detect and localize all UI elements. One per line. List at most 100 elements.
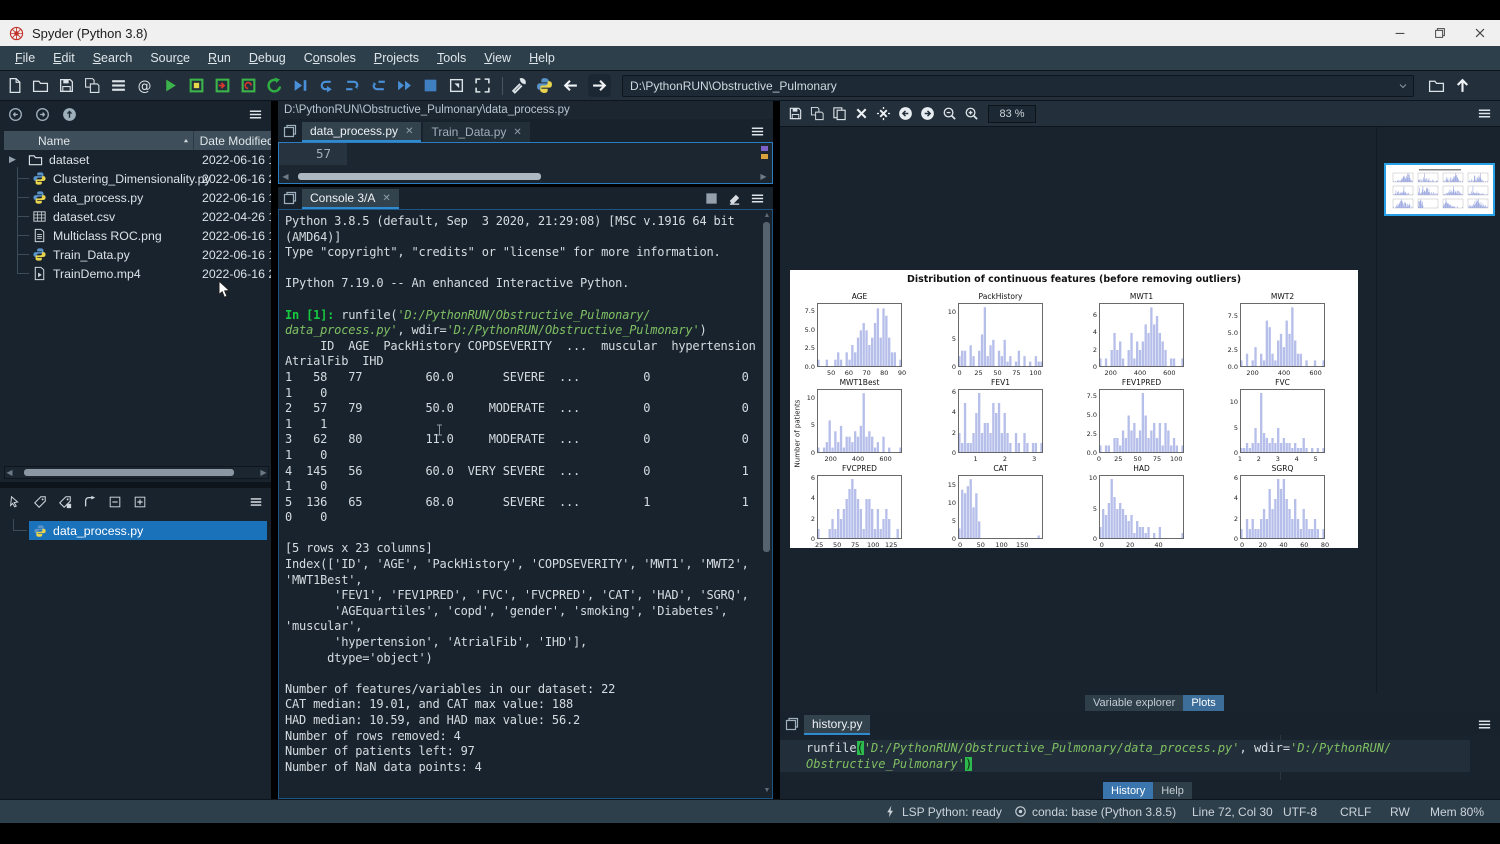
pythonpath-icon[interactable]: [536, 77, 553, 94]
menu-help[interactable]: Help: [520, 46, 564, 70]
tab-console[interactable]: Console 3/A ✕: [302, 189, 399, 209]
menu-search[interactable]: Search: [84, 46, 142, 70]
close-tab-icon[interactable]: ✕: [513, 127, 521, 138]
parent-directory-icon[interactable]: [1454, 77, 1471, 94]
open-file-icon[interactable]: [32, 77, 49, 94]
previous-plot-icon[interactable]: [898, 106, 913, 121]
file-row-multiclass-roc-png[interactable]: Multiclass ROC.png2022-06-16 1: [4, 226, 271, 245]
menu-tools[interactable]: Tools: [428, 46, 475, 70]
files-options-icon[interactable]: [248, 107, 263, 122]
browse-tabs-icon[interactable]: [282, 123, 298, 139]
next-plot-icon[interactable]: [920, 106, 935, 121]
browse-directory-icon[interactable]: [1428, 77, 1445, 94]
console-vertical-scrollbar[interactable]: ▲ ▼: [763, 212, 771, 794]
file-row-train-data-py[interactable]: Train_Data.py2022-06-16 1: [4, 245, 271, 264]
continue-icon[interactable]: [396, 77, 413, 94]
column-name[interactable]: Name: [4, 134, 181, 148]
step-into-icon[interactable]: [344, 77, 361, 94]
files-horizontal-scrollbar[interactable]: ◀ ▶: [4, 466, 269, 479]
restart-kernel-icon[interactable]: [266, 77, 283, 94]
zoom-in-icon[interactable]: [964, 106, 979, 121]
plots-options-icon[interactable]: [1477, 106, 1492, 121]
console-options-icon[interactable]: [750, 191, 765, 206]
stop-icon[interactable]: [422, 77, 439, 94]
scroll-down-arrow[interactable]: ▼: [763, 787, 771, 794]
parent-icon[interactable]: [62, 107, 77, 122]
browse-tabs-icon[interactable]: [282, 190, 298, 206]
new-file-icon[interactable]: [6, 77, 23, 94]
scroll-left-arrow[interactable]: ◀: [281, 172, 290, 181]
tab-plots[interactable]: Plots: [1183, 695, 1223, 711]
outline-options-icon[interactable]: [249, 495, 263, 509]
menu-consoles[interactable]: Consoles: [295, 46, 365, 70]
menu-run[interactable]: Run: [199, 46, 240, 70]
minimize-button[interactable]: [1380, 20, 1420, 46]
tab-variable-explorer[interactable]: Variable explorer: [1085, 695, 1183, 711]
column-date-modified[interactable]: Date Modified: [194, 134, 271, 148]
tab-data-process[interactable]: data_process.py ✕: [302, 122, 421, 142]
close-button[interactable]: [1460, 20, 1500, 46]
file-row-data-process-py[interactable]: data_process.py2022-06-16 1: [4, 188, 271, 207]
file-switcher-icon[interactable]: [110, 77, 127, 94]
step-return-icon[interactable]: [370, 77, 387, 94]
working-directory-field[interactable]: D:\PythonRUN\Obstructive_Pulmonary: [622, 75, 1414, 97]
menu-file[interactable]: File: [6, 46, 44, 70]
scrollbar-thumb[interactable]: [24, 469, 234, 476]
debug-file-icon[interactable]: [292, 77, 309, 94]
zoom-out-icon[interactable]: [942, 106, 957, 121]
go-to-cursor-icon[interactable]: [83, 495, 97, 509]
remove-all-plots-icon[interactable]: [876, 106, 891, 121]
scrollbar-thumb[interactable]: [298, 173, 541, 180]
plot-thumbnail-selected[interactable]: [1384, 163, 1495, 216]
previous-icon[interactable]: [8, 107, 23, 122]
tab-train-data[interactable]: Train_Data.py ✕: [423, 122, 529, 142]
scroll-right-arrow[interactable]: ▶: [259, 468, 268, 477]
file-row-dataset-csv[interactable]: dataset.csv2022-04-26 1: [4, 207, 271, 226]
save-all-icon[interactable]: [84, 77, 101, 94]
menu-debug[interactable]: Debug: [240, 46, 295, 70]
history-log[interactable]: runfile('D:/PythonRUN/Obstructive_Pulmon…: [780, 735, 1500, 780]
expand-all-icon[interactable]: [133, 495, 147, 509]
menu-view[interactable]: View: [475, 46, 520, 70]
close-tab-icon[interactable]: ✕: [382, 193, 390, 204]
show-cell-blocks-icon[interactable]: [58, 495, 72, 509]
tab-history-py[interactable]: history.py: [804, 715, 870, 735]
history-options-icon[interactable]: [1477, 717, 1492, 732]
file-row-clustering-dimensionality-py[interactable]: Clustering_Dimensionality.py2022-06-16 2: [4, 169, 271, 188]
scroll-left-arrow[interactable]: ◀: [5, 468, 14, 477]
menu-source[interactable]: Source: [141, 46, 199, 70]
scroll-up-arrow[interactable]: ▲: [763, 212, 771, 219]
close-tab-icon[interactable]: ✕: [405, 126, 413, 137]
run-cell-advance-icon[interactable]: [214, 77, 231, 94]
copy-image-icon[interactable]: [832, 106, 847, 121]
tab-history[interactable]: History: [1103, 782, 1153, 799]
find-symbols-icon[interactable]: @: [136, 77, 153, 94]
scrollbar-thumb[interactable]: [763, 222, 770, 552]
outline-item-selected[interactable]: data_process.py: [29, 521, 267, 540]
zoom-level-field[interactable]: 83 %: [988, 105, 1036, 123]
scroll-right-arrow[interactable]: ▶: [759, 172, 768, 181]
browse-tabs-icon[interactable]: [784, 716, 800, 732]
tab-help[interactable]: Help: [1153, 782, 1192, 799]
save-plot-icon[interactable]: [788, 106, 803, 121]
inspect-icon[interactable]: [704, 191, 719, 206]
ipython-console[interactable]: Python 3.8.5 (default, Sep 3 2020, 21:29…: [278, 209, 773, 799]
save-all-plots-icon[interactable]: [810, 106, 825, 121]
run-cell-icon[interactable]: [188, 77, 205, 94]
file-row-dataset[interactable]: ▶dataset2022-06-16 1: [4, 150, 271, 169]
save-icon[interactable]: [58, 77, 75, 94]
files-table-header[interactable]: Name Date Modified: [4, 131, 271, 150]
maximize-pane-icon[interactable]: [448, 77, 465, 94]
next-icon[interactable]: [35, 107, 50, 122]
expand-icon[interactable]: ▶: [9, 154, 19, 165]
restore-button[interactable]: [1420, 20, 1460, 46]
forward-icon[interactable]: [588, 74, 611, 97]
editor-horizontal-scrollbar[interactable]: ◀ ▶: [281, 171, 768, 181]
rerun-cell-icon[interactable]: [240, 77, 257, 94]
preferences-icon[interactable]: [510, 77, 527, 94]
step-icon[interactable]: [318, 77, 335, 94]
follow-cursor-icon[interactable]: [8, 495, 22, 509]
menu-edit[interactable]: Edit: [44, 46, 84, 70]
clear-console-icon[interactable]: [727, 191, 742, 206]
editor-options-icon[interactable]: [750, 124, 765, 139]
